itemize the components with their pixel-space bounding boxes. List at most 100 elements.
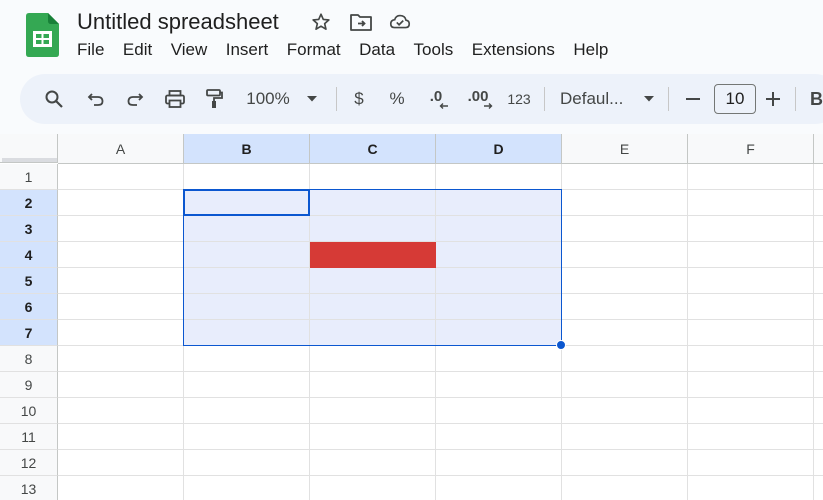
column-header-c[interactable]: C [310, 134, 436, 164]
cell-d2[interactable] [436, 190, 562, 216]
column-header-f[interactable]: F [688, 134, 814, 164]
cell-g3[interactable] [814, 216, 823, 242]
cell-a13[interactable] [58, 476, 184, 500]
cell-c9[interactable] [310, 372, 436, 398]
cell-c2[interactable] [310, 190, 436, 216]
cell-g9[interactable] [814, 372, 823, 398]
cell-f8[interactable] [688, 346, 814, 372]
cell-f2[interactable] [688, 190, 814, 216]
cell-f12[interactable] [688, 450, 814, 476]
row-header-5[interactable]: 5 [0, 268, 58, 294]
font-family-select[interactable]: Defaul... [560, 74, 630, 124]
cell-e3[interactable] [562, 216, 688, 242]
increase-font-size-icon[interactable] [763, 74, 783, 124]
cell-d4[interactable] [436, 242, 562, 268]
search-menus-icon[interactable] [40, 74, 68, 124]
row-header-10[interactable]: 10 [0, 398, 58, 424]
column-header-d[interactable]: D [436, 134, 562, 164]
cell-e8[interactable] [562, 346, 688, 372]
cell-e6[interactable] [562, 294, 688, 320]
decrease-decimal-button[interactable]: .0 [424, 74, 448, 124]
cell-a12[interactable] [58, 450, 184, 476]
star-icon[interactable] [309, 10, 333, 34]
cell-d1[interactable] [436, 164, 562, 190]
cell-d10[interactable] [436, 398, 562, 424]
cell-a2[interactable] [58, 190, 184, 216]
cell-c11[interactable] [310, 424, 436, 450]
cell-a7[interactable] [58, 320, 184, 346]
print-icon[interactable] [162, 74, 188, 124]
fill-handle[interactable] [556, 340, 566, 350]
cell-c5[interactable] [310, 268, 436, 294]
cell-a9[interactable] [58, 372, 184, 398]
cell-b6[interactable] [184, 294, 310, 320]
cell-e5[interactable] [562, 268, 688, 294]
menu-extensions[interactable]: Extensions [472, 40, 565, 60]
font-size-input[interactable]: 10 [714, 84, 756, 114]
filled-cell-c4[interactable] [310, 242, 436, 268]
cell-e9[interactable] [562, 372, 688, 398]
cell-f5[interactable] [688, 268, 814, 294]
menu-edit[interactable]: Edit [123, 40, 162, 60]
row-header-2[interactable]: 2 [0, 190, 58, 216]
row-header-4[interactable]: 4 [0, 242, 58, 268]
cell-c12[interactable] [310, 450, 436, 476]
cell-a10[interactable] [58, 398, 184, 424]
cell-e13[interactable] [562, 476, 688, 500]
cell-b12[interactable] [184, 450, 310, 476]
cell-g13[interactable] [814, 476, 823, 500]
cell-b10[interactable] [184, 398, 310, 424]
row-header-9[interactable]: 9 [0, 372, 58, 398]
cell-d11[interactable] [436, 424, 562, 450]
cell-d12[interactable] [436, 450, 562, 476]
cloud-saved-icon[interactable] [388, 10, 412, 34]
cell-f10[interactable] [688, 398, 814, 424]
cell-b13[interactable] [184, 476, 310, 500]
cell-c7[interactable] [310, 320, 436, 346]
column-header-e[interactable]: E [562, 134, 688, 164]
menu-format[interactable]: Format [287, 40, 350, 60]
cell-a6[interactable] [58, 294, 184, 320]
cell-c3[interactable] [310, 216, 436, 242]
menu-insert[interactable]: Insert [226, 40, 278, 60]
cell-d7[interactable] [436, 320, 562, 346]
cell-g6[interactable] [814, 294, 823, 320]
currency-format-button[interactable]: $ [350, 74, 368, 124]
document-title[interactable]: Untitled spreadsheet [77, 9, 279, 35]
cell-c8[interactable] [310, 346, 436, 372]
row-header-1[interactable]: 1 [0, 164, 58, 190]
cell-a3[interactable] [58, 216, 184, 242]
row-header-6[interactable]: 6 [0, 294, 58, 320]
cell-d9[interactable] [436, 372, 562, 398]
move-to-folder-icon[interactable] [349, 10, 373, 34]
menu-tools[interactable]: Tools [414, 40, 463, 60]
cell-b2[interactable] [184, 190, 310, 216]
cell-c10[interactable] [310, 398, 436, 424]
row-header-3[interactable]: 3 [0, 216, 58, 242]
cell-f11[interactable] [688, 424, 814, 450]
percent-format-button[interactable]: % [387, 74, 407, 124]
cell-g10[interactable] [814, 398, 823, 424]
row-header-13[interactable]: 13 [0, 476, 58, 500]
cell-e10[interactable] [562, 398, 688, 424]
cell-b5[interactable] [184, 268, 310, 294]
cell-a11[interactable] [58, 424, 184, 450]
cell-b11[interactable] [184, 424, 310, 450]
column-header-a[interactable]: A [58, 134, 184, 164]
row-header-12[interactable]: 12 [0, 450, 58, 476]
cell-c6[interactable] [310, 294, 436, 320]
column-header-b[interactable]: B [184, 134, 310, 164]
cell-g11[interactable] [814, 424, 823, 450]
cell-g7[interactable] [814, 320, 823, 346]
cell-e7[interactable] [562, 320, 688, 346]
cell-a8[interactable] [58, 346, 184, 372]
more-formats-button[interactable]: 123 [504, 74, 534, 124]
menu-view[interactable]: View [171, 40, 217, 60]
cell-g8[interactable] [814, 346, 823, 372]
cell-b8[interactable] [184, 346, 310, 372]
cell-f6[interactable] [688, 294, 814, 320]
chevron-down-icon[interactable] [303, 74, 321, 124]
cell-d5[interactable] [436, 268, 562, 294]
cell-g1[interactable] [814, 164, 823, 190]
cell-b3[interactable] [184, 216, 310, 242]
